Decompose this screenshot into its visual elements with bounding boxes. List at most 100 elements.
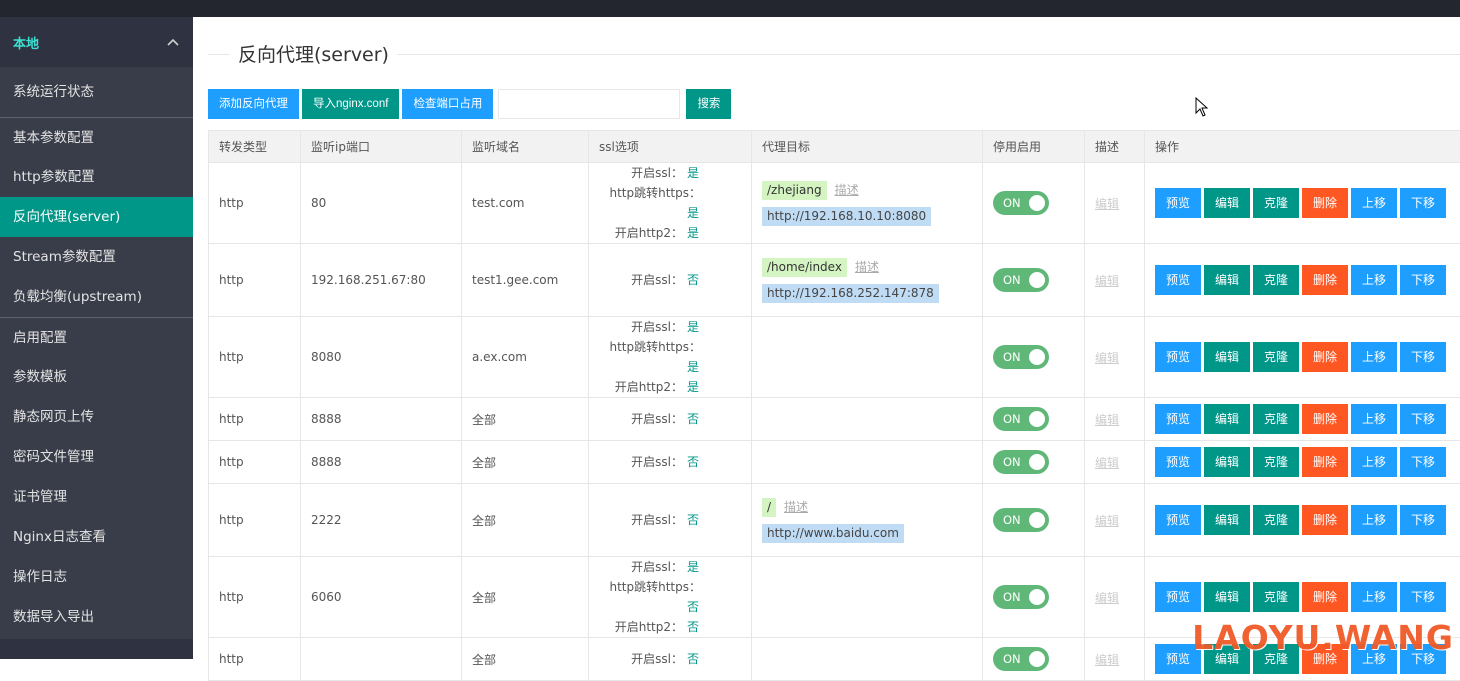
cell-listen: 8888 (301, 398, 462, 441)
clone-button[interactable]: 克隆 (1253, 582, 1299, 612)
preview-button[interactable]: 预览 (1155, 265, 1201, 295)
sidebar-item-static-upload[interactable]: 静态网页上传 (0, 397, 193, 437)
preview-button[interactable]: 预览 (1155, 505, 1201, 535)
clone-button[interactable]: 克隆 (1253, 342, 1299, 372)
up-button[interactable]: 上移 (1351, 582, 1397, 612)
edit-desc-link[interactable]: 编辑 (1095, 653, 1119, 667)
enable-toggle[interactable]: ON (993, 647, 1049, 671)
cell-actions: 预览编辑克隆删除上移下移 (1145, 441, 1460, 484)
sidebar-item-password-files[interactable]: 密码文件管理 (0, 437, 193, 477)
delete-button[interactable]: 删除 (1302, 505, 1348, 535)
delete-button[interactable]: 删除 (1302, 447, 1348, 477)
delete-button[interactable]: 删除 (1302, 404, 1348, 434)
preview-button[interactable]: 预览 (1155, 188, 1201, 218)
edit-button[interactable]: 编辑 (1204, 188, 1250, 218)
edit-button[interactable]: 编辑 (1204, 447, 1250, 477)
search-button[interactable]: 搜索 (686, 89, 731, 119)
enable-toggle[interactable]: ON (993, 407, 1049, 431)
sidebar-item-upstream[interactable]: 负载均衡(upstream) (0, 277, 193, 317)
page-title-row: 反向代理(server) (208, 43, 1460, 67)
up-button[interactable]: 上移 (1351, 404, 1397, 434)
sidebar-group-local[interactable]: 本地 (0, 17, 193, 67)
enable-toggle[interactable]: ON (993, 191, 1049, 215)
edit-desc-link[interactable]: 编辑 (1095, 514, 1119, 528)
delete-button[interactable]: 删除 (1302, 342, 1348, 372)
sidebar-item-basic-params[interactable]: 基本参数配置 (0, 117, 193, 157)
clone-button[interactable]: 克隆 (1253, 265, 1299, 295)
enable-toggle[interactable]: ON (993, 450, 1049, 474)
target-desc-link[interactable]: 描述 (855, 260, 879, 274)
add-proxy-button[interactable]: 添加反向代理 (208, 89, 299, 119)
down-button[interactable]: 下移 (1400, 342, 1446, 372)
edit-desc-link[interactable]: 编辑 (1095, 456, 1119, 470)
cell-type: http (209, 638, 301, 681)
sidebar-item-apply-config[interactable]: 启用配置 (0, 317, 193, 357)
import-nginx-conf-button[interactable]: 导入nginx.conf (302, 89, 399, 119)
up-button[interactable]: 上移 (1351, 342, 1397, 372)
up-button[interactable]: 上移 (1351, 447, 1397, 477)
sidebar-item-data-import-export[interactable]: 数据导入导出 (0, 597, 193, 637)
clone-button[interactable]: 克隆 (1253, 505, 1299, 535)
down-button[interactable]: 下移 (1400, 188, 1446, 218)
up-button[interactable]: 上移 (1351, 505, 1397, 535)
cell-target (752, 557, 983, 638)
ssl-label: 开启ssl： (631, 513, 683, 527)
sidebar-item-certificates[interactable]: 证书管理 (0, 477, 193, 517)
enable-toggle[interactable]: ON (993, 268, 1049, 292)
sidebar-item-operation-logs[interactable]: 操作日志 (0, 557, 193, 597)
sidebar-next-group[interactable] (0, 639, 193, 659)
enable-toggle[interactable]: ON (993, 345, 1049, 369)
cell-ssl: 开启ssl：是http跳转https：是开启http2：是 (589, 317, 752, 398)
edit-desc-link[interactable]: 编辑 (1095, 351, 1119, 365)
down-button[interactable]: 下移 (1400, 505, 1446, 535)
sidebar-item-reverse-proxy[interactable]: 反向代理(server) (0, 197, 193, 237)
preview-button[interactable]: 预览 (1155, 447, 1201, 477)
clone-button[interactable]: 克隆 (1253, 404, 1299, 434)
check-port-button[interactable]: 检查端口占用 (402, 89, 493, 119)
ssl-label: 开启ssl： (631, 166, 683, 180)
sidebar-item-http-params[interactable]: http参数配置 (0, 157, 193, 197)
sidebar-item-system-status[interactable]: 系统运行状态 (0, 67, 193, 117)
chevron-up-icon (167, 35, 179, 49)
sidebar-item-nginx-logs[interactable]: Nginx日志查看 (0, 517, 193, 557)
up-button[interactable]: 上移 (1351, 265, 1397, 295)
edit-button[interactable]: 编辑 (1204, 265, 1250, 295)
edit-desc-link[interactable]: 编辑 (1095, 197, 1119, 211)
edit-button[interactable]: 编辑 (1204, 505, 1250, 535)
down-button[interactable]: 下移 (1400, 447, 1446, 477)
toggle-label: ON (1003, 652, 1021, 666)
edit-button[interactable]: 编辑 (1204, 582, 1250, 612)
cell-listen: 8080 (301, 317, 462, 398)
enable-toggle[interactable]: ON (993, 585, 1049, 609)
cell-desc: 编辑 (1085, 638, 1145, 681)
down-button[interactable]: 下移 (1400, 265, 1446, 295)
preview-button[interactable]: 预览 (1155, 582, 1201, 612)
ssl-value: 否 (687, 510, 701, 530)
delete-button[interactable]: 删除 (1302, 188, 1348, 218)
sidebar-item-stream-params[interactable]: Stream参数配置 (0, 237, 193, 277)
table-row: http8080a.ex.com开启ssl：是http跳转https：是开启ht… (209, 317, 1460, 398)
delete-button[interactable]: 删除 (1302, 265, 1348, 295)
redirect-value: 否 (687, 597, 701, 617)
target-desc-link[interactable]: 描述 (784, 500, 808, 514)
enable-toggle[interactable]: ON (993, 508, 1049, 532)
up-button[interactable]: 上移 (1351, 188, 1397, 218)
delete-button[interactable]: 删除 (1302, 582, 1348, 612)
target-desc-link[interactable]: 描述 (835, 183, 859, 197)
edit-desc-link[interactable]: 编辑 (1095, 413, 1119, 427)
edit-desc-link[interactable]: 编辑 (1095, 591, 1119, 605)
edit-button[interactable]: 编辑 (1204, 404, 1250, 434)
search-input[interactable] (498, 89, 680, 119)
clone-button[interactable]: 克隆 (1253, 447, 1299, 477)
preview-button[interactable]: 预览 (1155, 404, 1201, 434)
preview-button[interactable]: 预览 (1155, 342, 1201, 372)
redirect-label: http跳转https： (609, 580, 701, 594)
down-button[interactable]: 下移 (1400, 582, 1446, 612)
sidebar-item-param-templates[interactable]: 参数模板 (0, 357, 193, 397)
clone-button[interactable]: 克隆 (1253, 188, 1299, 218)
edit-button[interactable]: 编辑 (1204, 342, 1250, 372)
edit-desc-link[interactable]: 编辑 (1095, 274, 1119, 288)
cell-ssl: 开启ssl：否 (589, 244, 752, 317)
down-button[interactable]: 下移 (1400, 404, 1446, 434)
cell-domain: 全部 (462, 638, 589, 681)
